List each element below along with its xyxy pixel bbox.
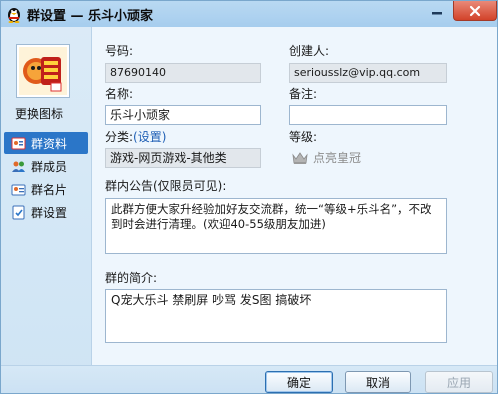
cancel-button[interactable]: 取消: [345, 371, 411, 393]
minimize-icon: [432, 12, 442, 15]
title-bar[interactable]: 群设置 — 乐斗小顽家: [1, 1, 497, 27]
crown-icon: [292, 151, 308, 164]
sidebar-item-label: 群名片: [31, 182, 68, 197]
remark-label: 备注:: [289, 87, 318, 101]
group-settings-window: 群设置 — 乐斗小顽家 更换图标 群资料 群成员 群名片 群设置 号码: 876…: [0, 0, 498, 394]
group-avatar-image: [19, 47, 67, 95]
close-icon: [469, 5, 481, 16]
creator-label: 创建人:: [289, 44, 330, 58]
group-info-panel: 号码: 87690140 创建人: seriousslz@vip.qq.com …: [91, 27, 497, 365]
level-crown: 点亮皇冠: [292, 149, 361, 166]
sidebar-item-label: 群成员: [31, 159, 68, 174]
sidebar-item-settings[interactable]: 群设置: [4, 201, 88, 223]
settings-icon: [12, 205, 25, 219]
qq-penguin-icon: [5, 5, 23, 23]
sidebar-item-members[interactable]: 群成员: [4, 155, 88, 177]
intro-label: 群的简介:: [105, 271, 158, 285]
apply-button[interactable]: 应用: [425, 371, 493, 393]
dialog-button-bar: 确定 取消 应用: [1, 365, 497, 393]
name-label: 名称:: [105, 87, 134, 101]
sidebar-item-card[interactable]: 群名片: [4, 178, 88, 200]
sidebar-item-label: 群设置: [31, 205, 68, 220]
number-label: 号码:: [105, 44, 134, 58]
group-info-icon: [11, 137, 26, 149]
ok-button[interactable]: 确定: [265, 371, 333, 393]
category-field: 游戏-网页游戏-其他类: [105, 148, 261, 168]
category-settings-link[interactable]: (设置): [133, 130, 166, 144]
window-title: 群设置 — 乐斗小顽家: [27, 9, 154, 24]
sidebar-item-label: 群资料: [31, 136, 68, 151]
level-value: 点亮皇冠: [313, 151, 362, 165]
members-icon: [12, 161, 25, 172]
close-button[interactable]: [453, 1, 497, 21]
notice-label: 群内公告(仅限员可见):: [105, 179, 227, 193]
sidebar-item-group-info[interactable]: 群资料: [4, 132, 88, 154]
group-name-input[interactable]: 乐斗小顽家: [105, 105, 261, 125]
card-icon: [11, 184, 26, 195]
category-label: 分类:(设置): [105, 128, 166, 145]
notice-textarea[interactable]: 此群方便大家升经验加好友交流群，统一“等级+乐斗名”，不改到时会进行清理。(欢迎…: [105, 198, 447, 254]
minimize-button[interactable]: [425, 1, 449, 21]
group-number-field: 87690140: [105, 63, 261, 83]
group-avatar[interactable]: [16, 44, 70, 98]
remark-input[interactable]: [289, 105, 447, 125]
intro-textarea[interactable]: Q宠大乐斗 禁刷屏 吵骂 发S图 搞破坏: [105, 289, 447, 343]
creator-field: seriousslz@vip.qq.com: [289, 63, 447, 83]
level-label: 等级:: [289, 130, 318, 144]
change-icon-link[interactable]: 更换图标: [15, 105, 63, 122]
category-label-text: 分类:: [105, 130, 134, 144]
